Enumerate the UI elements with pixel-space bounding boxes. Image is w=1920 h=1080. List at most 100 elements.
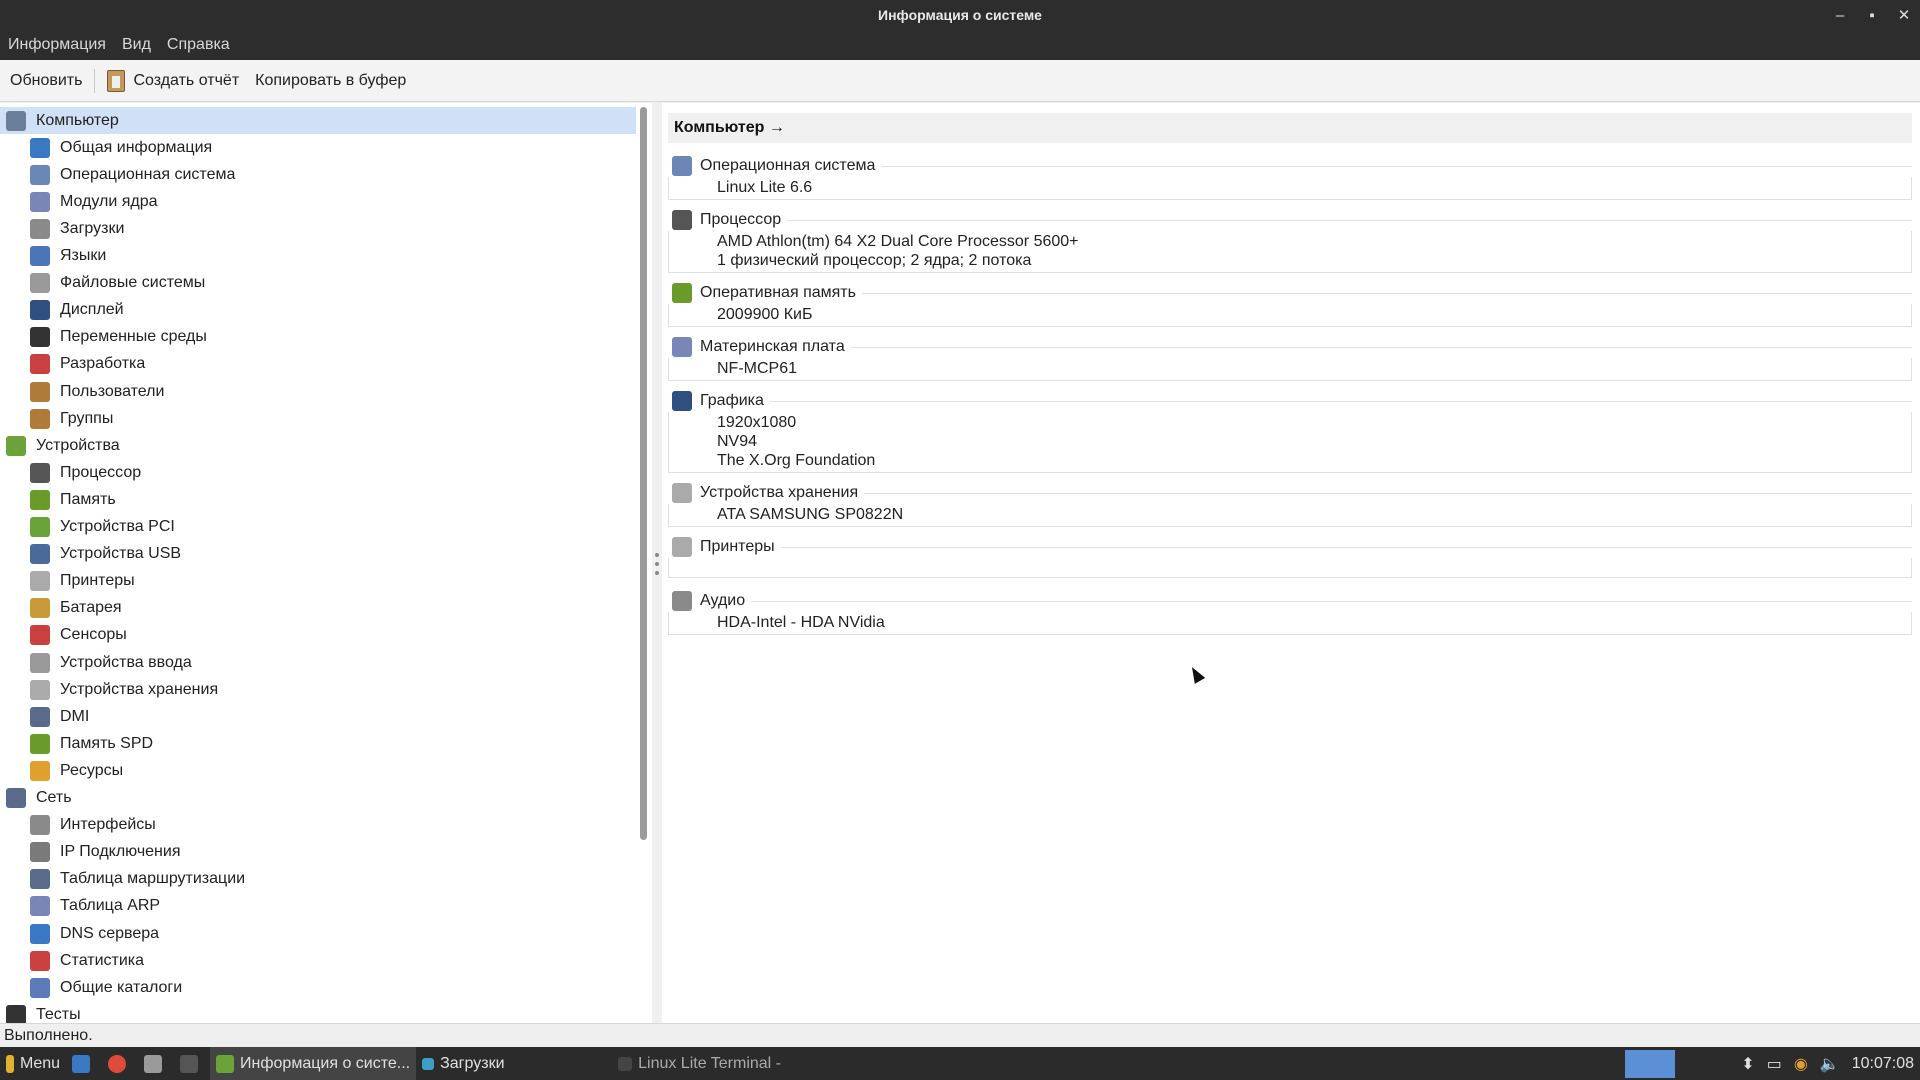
- tree-item[interactable]: Устройства: [0, 432, 120, 459]
- tree-item[interactable]: Языки: [0, 243, 106, 270]
- tree-item-label: Устройства: [36, 436, 120, 454]
- tree-item-label: Статистика: [60, 951, 145, 969]
- toolbar-separator: [94, 68, 96, 93]
- info-group-body: Linux Lite 6.6: [668, 177, 1912, 200]
- computer-icon: [6, 110, 26, 131]
- info-group-header: Материнская плата: [668, 336, 1912, 358]
- board-icon: [6, 435, 26, 456]
- workspace-switcher[interactable]: [1625, 1049, 1676, 1078]
- show-desktop-launcher[interactable]: [66, 1047, 102, 1080]
- tree-item[interactable]: Принтеры: [0, 568, 135, 595]
- printer-icon: [30, 571, 50, 592]
- tree-item[interactable]: Интерфейсы: [0, 812, 156, 839]
- terminal-icon: [30, 327, 50, 348]
- clock[interactable]: 10:07:08: [1846, 1047, 1920, 1080]
- task-terminal[interactable]: Linux Lite Terminal -: [612, 1047, 787, 1080]
- cpu-icon: [672, 210, 692, 230]
- info-group: Устройства хранения ATA SAMSUNG SP0822N: [668, 482, 1912, 527]
- display-tray-icon[interactable]: ▭: [1761, 1047, 1788, 1080]
- files-launcher[interactable]: [138, 1047, 174, 1080]
- tree-item[interactable]: IP Подключения: [0, 839, 181, 866]
- info-group-header: Устройства хранения: [668, 482, 1912, 504]
- tree-item-label: Общая информация: [60, 138, 213, 156]
- window-title: Информация о системе: [878, 7, 1042, 23]
- tree-item[interactable]: Сенсоры: [0, 622, 127, 649]
- tree-item[interactable]: Сеть: [0, 785, 72, 812]
- close-icon[interactable]: ✕: [1888, 0, 1920, 30]
- tree-item[interactable]: Устройства ввода: [0, 649, 192, 676]
- task-downloads[interactable]: Загрузки: [416, 1047, 612, 1080]
- minimize-icon[interactable]: –: [1824, 0, 1856, 30]
- tree-item-label: DMI: [60, 707, 90, 725]
- tree-item[interactable]: Таблица ARP: [0, 893, 160, 920]
- cpu-icon: [30, 462, 50, 483]
- tree-item[interactable]: DMI: [0, 703, 89, 730]
- info-group-title: Принтеры: [700, 538, 775, 555]
- tree-item[interactable]: Общие каталоги: [0, 974, 182, 1001]
- network-tray-icon[interactable]: ⬍: [1735, 1047, 1760, 1080]
- tree-scrollbar[interactable]: [640, 107, 647, 840]
- tree-item-label: Таблица маршрутизации: [60, 870, 246, 888]
- tree-item[interactable]: Общая информация: [0, 134, 212, 161]
- tree-item[interactable]: Загрузки: [0, 215, 124, 242]
- tree-item[interactable]: Переменные среды: [0, 324, 207, 351]
- tree-pane[interactable]: Компьютер Общая информация Операционная си…: [0, 103, 652, 1023]
- copy-button[interactable]: Копировать в буфер: [247, 66, 414, 96]
- tree-item[interactable]: Пользователи: [0, 378, 164, 405]
- task-terminal-label: Linux Lite Terminal -: [638, 1054, 781, 1072]
- tree-item[interactable]: Группы: [0, 405, 113, 432]
- diamond-icon: [30, 191, 50, 212]
- terminal-launcher[interactable]: [174, 1047, 210, 1080]
- info-group-header: Операционная система: [668, 155, 1912, 177]
- tree-item[interactable]: Процессор: [0, 459, 141, 486]
- menu-help[interactable]: Справка: [159, 30, 238, 60]
- printer-icon: [672, 537, 692, 557]
- tree-item[interactable]: Устройства USB: [0, 541, 181, 568]
- tree-item[interactable]: Тесты: [0, 1001, 81, 1023]
- start-menu-button[interactable]: Menu: [0, 1047, 66, 1080]
- report-button-label: Создать отчёт: [133, 71, 240, 89]
- tree-item-label: Сенсоры: [60, 626, 127, 644]
- pane-grip[interactable]: [655, 553, 659, 575]
- input-icon: [30, 652, 50, 673]
- tree-item[interactable]: Батарея: [0, 595, 122, 622]
- task-sysinfo[interactable]: Информация о систе...: [210, 1047, 417, 1080]
- task-sysinfo-label: Информация о систе...: [240, 1054, 411, 1072]
- tree-item[interactable]: Дисплей: [0, 297, 124, 324]
- ip-icon: [30, 842, 50, 863]
- tree-item[interactable]: Память: [0, 486, 116, 513]
- tree-item[interactable]: Устройства PCI: [0, 514, 175, 541]
- tree-item[interactable]: Память SPD: [0, 730, 153, 757]
- info-group-title: Операционная система: [700, 157, 876, 174]
- tree-item-label: Процессор: [60, 463, 142, 481]
- updates-tray-icon[interactable]: ◉: [1788, 1047, 1814, 1080]
- tree-item[interactable]: Таблица маршрутизации: [0, 866, 245, 893]
- tree-item-label: Компьютер: [36, 111, 119, 129]
- tree-item[interactable]: Операционная система: [0, 161, 235, 188]
- tree-item[interactable]: Статистика: [0, 947, 144, 974]
- info-group-title: Процессор: [700, 211, 782, 228]
- stats-icon: [30, 950, 50, 971]
- info-group-title: Устройства хранения: [700, 484, 859, 501]
- tree-item[interactable]: DNS сервера: [0, 920, 159, 947]
- tree-item[interactable]: Устройства хранения: [0, 676, 218, 703]
- refresh-button[interactable]: Обновить: [2, 66, 90, 96]
- info-value: AMD Athlon(tm) 64 X2 Dual Core Processor…: [717, 233, 1079, 250]
- report-button[interactable]: Создать отчёт: [99, 66, 247, 96]
- tree-item[interactable]: Ресурсы: [0, 757, 123, 784]
- info-value: ATA SAMSUNG SP0822N: [717, 506, 904, 523]
- tree-item[interactable]: Файловые системы: [0, 270, 205, 297]
- menu-view[interactable]: Вид: [114, 30, 159, 60]
- tree-item[interactable]: Разработка: [0, 351, 145, 378]
- network-icon: [6, 788, 26, 808]
- tree-item[interactable]: Компьютер: [0, 107, 636, 134]
- volume-tray-icon[interactable]: 🔈: [1814, 1047, 1846, 1080]
- info-value: 1 физический процессор; 2 ядра; 2 потока: [717, 252, 1032, 269]
- maximize-icon[interactable]: ▪: [1856, 0, 1888, 30]
- desktop-icon: [72, 1054, 91, 1073]
- info-value: NV94: [717, 433, 758, 450]
- browser-launcher[interactable]: [102, 1047, 138, 1080]
- tree-item[interactable]: Модули ядра: [0, 188, 158, 215]
- tree-item-label: Общие каталоги: [60, 978, 183, 996]
- menu-info[interactable]: Информация: [0, 30, 114, 60]
